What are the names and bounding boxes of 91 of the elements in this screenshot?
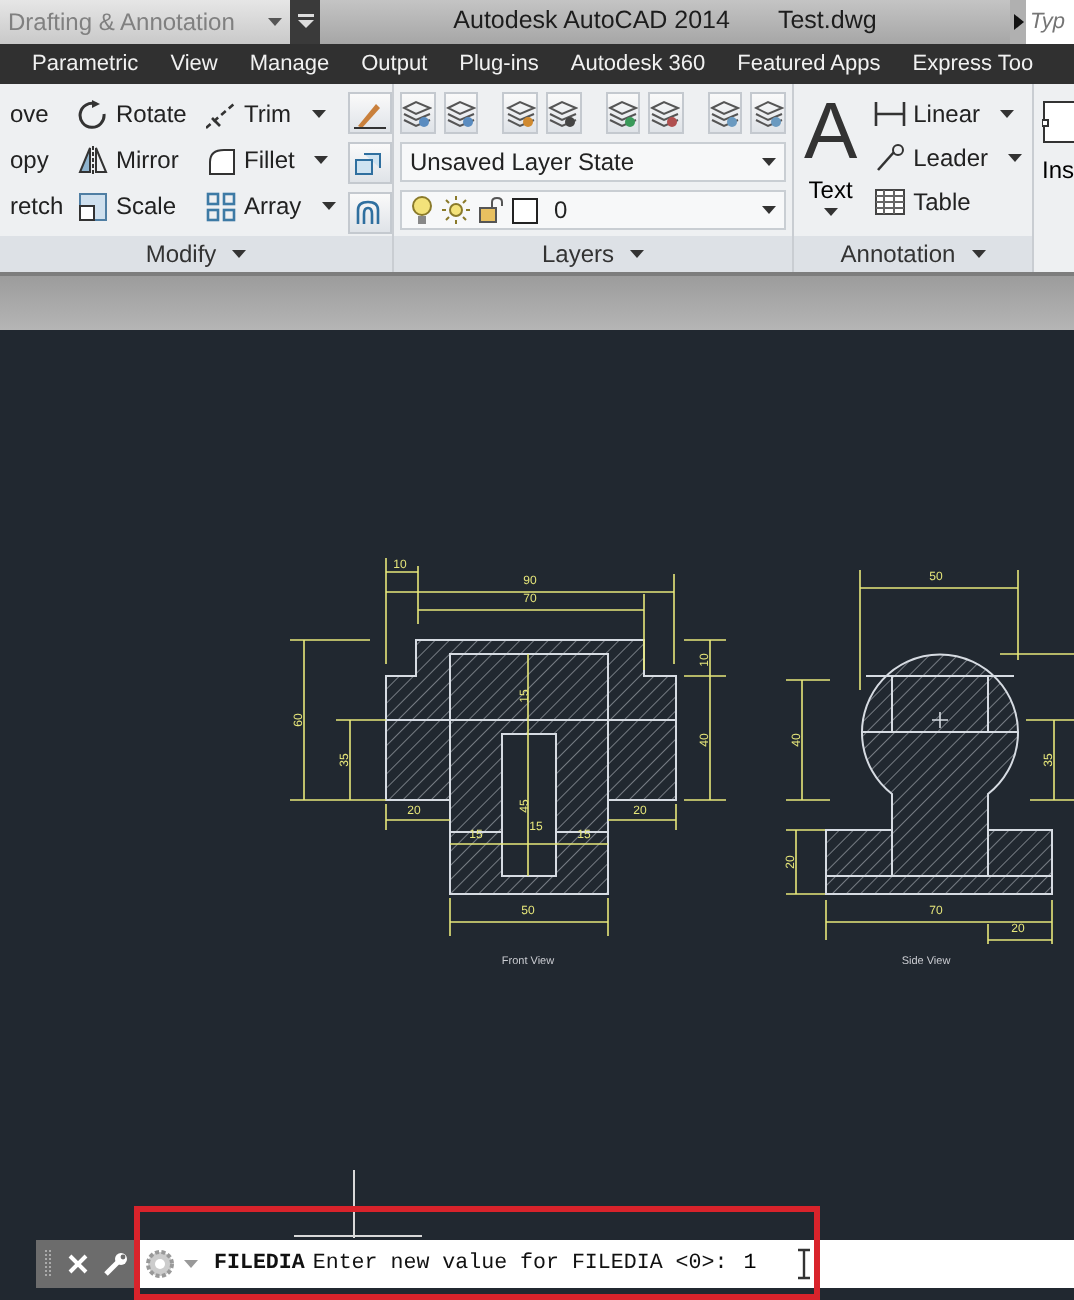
tool-button[interactable] — [347, 192, 392, 235]
crosshair-cursor-icon — [294, 1170, 422, 1242]
panel-title-button[interactable]: Modify — [0, 236, 392, 273]
search-field[interactable]: Typ — [1026, 0, 1074, 44]
fillet-icon — [206, 145, 236, 176]
leader-icon — [873, 142, 906, 175]
layer-tool-button[interactable] — [750, 92, 786, 135]
unlock-icon — [478, 196, 504, 225]
blocks-icon — [353, 147, 386, 180]
array-icon — [206, 191, 236, 222]
block-icon — [1042, 100, 1074, 145]
caret-icon — [311, 110, 326, 119]
layer-tool-button[interactable] — [443, 92, 479, 135]
text-cursor-icon — [797, 1248, 810, 1280]
layers-icon — [445, 99, 476, 128]
layer-tool-button[interactable] — [400, 92, 436, 135]
panel-title-button[interactable]: Annotation — [794, 236, 1032, 273]
insert-button[interactable]: Ins — [1034, 84, 1074, 273]
layer-dropdown[interactable]: 0 — [400, 190, 786, 231]
caret-icon — [762, 158, 776, 167]
layer-tool-button[interactable] — [648, 92, 684, 135]
layers-icon — [710, 99, 741, 128]
tool-button[interactable]: ove — [6, 92, 74, 137]
tool-button[interactable]: opy — [6, 138, 74, 183]
layer-tool-button[interactable] — [502, 92, 538, 135]
right-arrow-icon — [1013, 13, 1023, 30]
scale-icon — [78, 191, 108, 222]
tool-button[interactable]: Trim — [202, 92, 340, 137]
layers-icon — [548, 99, 579, 128]
quick-access-menu-button[interactable] — [290, 0, 320, 44]
expand-arrow-button[interactable] — [1010, 0, 1026, 44]
tool-button[interactable]: Rotate — [74, 92, 202, 137]
ribbon-tab[interactable]: Express Too — [896, 43, 1050, 85]
gear-icon — [144, 1248, 176, 1280]
caret-icon — [314, 156, 329, 165]
tool-button[interactable]: Table — [869, 180, 1026, 225]
tool-button[interactable] — [347, 142, 392, 185]
tool-button[interactable] — [347, 92, 392, 135]
close-icon — [68, 1254, 88, 1274]
window-title: Autodesk AutoCAD 2014 — [453, 4, 730, 39]
rotate-icon — [78, 99, 108, 130]
table-icon — [873, 186, 906, 219]
layers-icon — [753, 99, 784, 128]
layers-icon — [650, 99, 681, 128]
layer-tool-button[interactable] — [605, 92, 641, 135]
panel-title-button[interactable]: Layers — [394, 236, 792, 273]
caret-icon — [184, 1260, 198, 1268]
tool-button[interactable]: Scale — [74, 184, 202, 229]
caret-icon — [321, 202, 336, 211]
caret-icon — [762, 206, 776, 215]
lightbulb-icon — [410, 195, 434, 226]
ribbon-tab[interactable]: View — [154, 43, 234, 85]
command-name: FILEDIA — [214, 1249, 305, 1280]
layers-icon — [607, 99, 638, 128]
customize-button[interactable] — [104, 1252, 128, 1276]
ribbon-tab[interactable]: Plug-ins — [443, 43, 555, 85]
caret-icon — [1008, 154, 1022, 163]
caret-icon — [268, 17, 282, 26]
wrench-icon — [104, 1252, 128, 1276]
ribbon-tab[interactable]: Parametric — [16, 43, 155, 85]
layers-icon — [505, 99, 536, 128]
caret-icon — [999, 110, 1014, 119]
trim-icon — [206, 99, 236, 130]
grip-icon — [44, 1248, 52, 1280]
command-prompt: Enter new value for FILEDIA <0>: — [312, 1249, 728, 1280]
caret-icon — [232, 250, 247, 259]
caret-icon — [630, 250, 645, 259]
sun-icon — [442, 196, 470, 225]
ribbon-tab[interactable]: Featured Apps — [721, 43, 897, 85]
tool-button[interactable]: Linear — [869, 92, 1026, 137]
text-tool-button[interactable]: A Text — [800, 92, 862, 237]
ribbon-tab[interactable]: Output — [345, 43, 444, 85]
caret-icon — [971, 250, 986, 259]
close-button[interactable] — [68, 1254, 88, 1274]
tool-button[interactable]: Leader — [869, 136, 1026, 181]
layer-tool-button[interactable] — [545, 92, 581, 135]
tool-button[interactable]: Mirror — [74, 138, 202, 183]
color-swatch-icon — [512, 197, 538, 224]
ribbon-tab[interactable]: Autodesk 360 — [554, 43, 722, 85]
dimension-icon — [873, 98, 906, 131]
file-name: Test.dwg — [777, 4, 877, 39]
caret-icon — [823, 208, 838, 217]
layer-state-dropdown[interactable]: Unsaved Layer State — [400, 142, 786, 183]
ribbon-tab[interactable]: Manage — [233, 43, 346, 85]
menu-caret-icon — [297, 14, 313, 29]
tool-button[interactable]: Fillet — [202, 138, 340, 183]
layers-icon — [402, 99, 433, 128]
tool-button[interactable]: Array — [202, 184, 340, 229]
tool-button[interactable]: retch — [6, 184, 74, 229]
mirror-icon — [78, 145, 108, 176]
layer-tool-button[interactable] — [707, 92, 743, 135]
